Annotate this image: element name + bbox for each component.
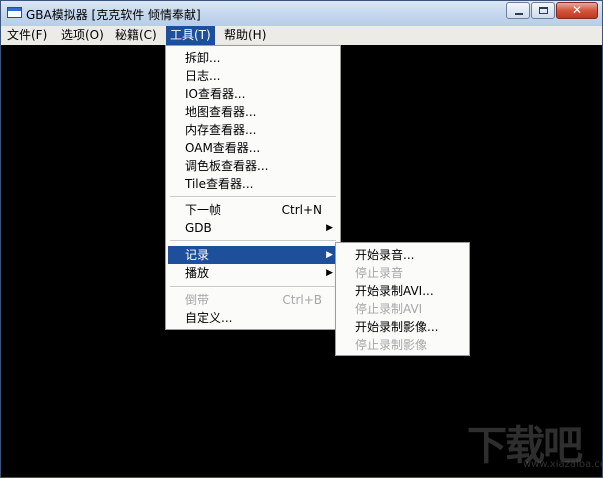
emulator-window: GBA模拟器 [克克软件 倾情奉献] ✕ 文件(F) 选项(O) 秘籍(C) 工… bbox=[0, 0, 603, 478]
menu-item-rewind[interactable]: 倒带 Ctrl+B bbox=[168, 291, 338, 309]
window-title: GBA模拟器 [克克软件 倾情奉献] bbox=[26, 8, 201, 22]
minimize-icon bbox=[515, 13, 523, 15]
menu-separator bbox=[170, 240, 336, 242]
menu-item-play[interactable]: 播放 ▶ bbox=[168, 264, 338, 282]
shortcut-label: Ctrl+N bbox=[281, 203, 322, 217]
maximize-button[interactable] bbox=[531, 2, 555, 19]
shortcut-label: Ctrl+B bbox=[282, 293, 322, 307]
menu-help[interactable]: 帮助(H) bbox=[220, 26, 270, 45]
title-bar[interactable]: GBA模拟器 [克克软件 倾情奉献] ✕ bbox=[1, 1, 602, 27]
menu-item-oam-viewer[interactable]: OAM查看器... bbox=[168, 139, 338, 157]
menu-item-customize[interactable]: 自定义... bbox=[168, 309, 338, 327]
menu-bar: 文件(F) 选项(O) 秘籍(C) 工具(T) 帮助(H) bbox=[1, 26, 602, 45]
menu-item-tile-viewer[interactable]: Tile查看器... bbox=[168, 175, 338, 193]
menu-separator bbox=[170, 286, 336, 288]
menu-tools[interactable]: 工具(T) bbox=[166, 26, 215, 45]
watermark-url: www.xiazaiba.com bbox=[523, 459, 602, 470]
close-icon: ✕ bbox=[571, 3, 583, 17]
menu-item-gdb[interactable]: GDB ▶ bbox=[168, 219, 338, 237]
menu-item-palette-viewer[interactable]: 调色板查看器... bbox=[168, 157, 338, 175]
menu-cheats[interactable]: 秘籍(C) bbox=[111, 26, 161, 45]
submenu-item-stop-avi[interactable]: 停止录制AVI bbox=[338, 300, 467, 318]
submenu-item-stop-audio[interactable]: 停止录音 bbox=[338, 264, 467, 282]
app-window-icon[interactable] bbox=[7, 7, 22, 18]
submenu-arrow-icon: ▶ bbox=[326, 250, 333, 260]
menu-options[interactable]: 选项(O) bbox=[57, 26, 108, 45]
submenu-item-start-audio[interactable]: 开始录音... bbox=[338, 246, 467, 264]
record-submenu: 开始录音... 停止录音 开始录制AVI... 停止录制AVI 开始录制影像..… bbox=[335, 242, 470, 356]
menu-file[interactable]: 文件(F) bbox=[3, 26, 51, 45]
menu-item-memory-viewer[interactable]: 内存查看器... bbox=[168, 121, 338, 139]
submenu-item-start-movie[interactable]: 开始录制影像... bbox=[338, 318, 467, 336]
minimize-button[interactable] bbox=[506, 2, 530, 19]
menu-item-log[interactable]: 日志... bbox=[168, 67, 338, 85]
submenu-arrow-icon: ▶ bbox=[326, 268, 333, 278]
menu-item-record[interactable]: 记录 ▶ bbox=[168, 246, 338, 264]
menu-item-io-viewer[interactable]: IO查看器... bbox=[168, 85, 338, 103]
submenu-item-stop-movie[interactable]: 停止录制影像 bbox=[338, 336, 467, 354]
menu-item-disassemble[interactable]: 拆卸... bbox=[168, 49, 338, 67]
tools-dropdown-menu: 拆卸... 日志... IO查看器... 地图查看器... 内存查看器... O… bbox=[165, 45, 341, 330]
menu-item-next-frame[interactable]: 下一帧 Ctrl+N bbox=[168, 201, 338, 219]
maximize-icon bbox=[539, 7, 548, 14]
menu-separator bbox=[170, 196, 336, 198]
submenu-arrow-icon: ▶ bbox=[326, 223, 333, 233]
menu-item-map-viewer[interactable]: 地图查看器... bbox=[168, 103, 338, 121]
submenu-item-start-avi[interactable]: 开始录制AVI... bbox=[338, 282, 467, 300]
close-button[interactable]: ✕ bbox=[556, 2, 598, 19]
